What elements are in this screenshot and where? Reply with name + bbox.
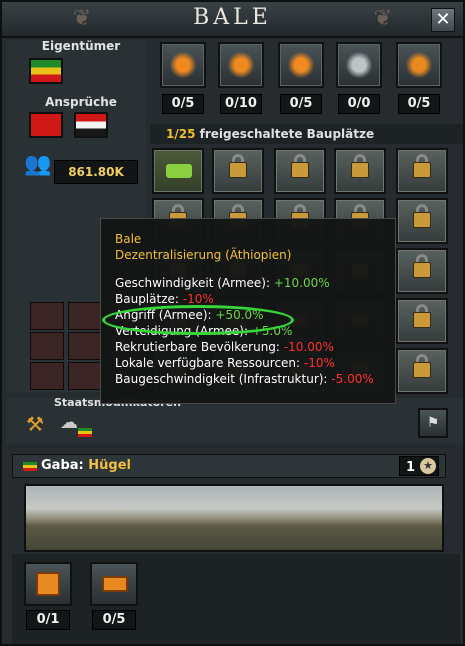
locked-slot[interactable] <box>396 348 448 394</box>
terrain-image <box>24 484 444 552</box>
radar-icon <box>346 51 372 79</box>
province-name: Gaba <box>41 458 79 473</box>
manpower-value: 861.80K <box>54 160 138 184</box>
army-modifier-icon[interactable]: ⚒ <box>26 412 52 438</box>
building-count: 0/5 <box>280 94 322 114</box>
claim-flag-syria[interactable] <box>74 112 108 138</box>
anti-air-icon <box>288 51 314 79</box>
railway-icon <box>406 51 432 79</box>
building-slot-radar[interactable] <box>336 42 382 88</box>
modifier-value: -10% <box>303 356 335 370</box>
highlight-ellipse <box>102 305 294 335</box>
claims-label: Ansprüche <box>45 95 117 109</box>
tooltip-row: Lokale verfügbare Ressourcen: -10% <box>115 355 381 371</box>
unlocked-slot[interactable] <box>152 148 204 194</box>
building-slot-anti-air[interactable] <box>278 42 324 88</box>
province-bar: Gaba: Hügel 1 ★ <box>12 454 446 478</box>
bottom-building-1[interactable] <box>24 562 72 606</box>
resource-cell <box>30 302 64 330</box>
locked-slot[interactable] <box>212 148 264 194</box>
building-slot-road[interactable] <box>160 42 206 88</box>
resource-cell <box>68 362 102 390</box>
title-bar: ❦ BALE ❦ ✕ <box>2 2 463 38</box>
bunker-icon <box>102 576 128 592</box>
province-sep: : <box>78 458 89 473</box>
tooltip-row: Rekrutierbare Bevölkerung: -10.00% <box>115 339 381 355</box>
tooltip-row: Baugeschwindigkeit (Infrastruktur): -5.0… <box>115 371 381 387</box>
province-flag <box>23 462 37 471</box>
building-count: 0/0 <box>338 94 380 114</box>
province-terrain: Hügel <box>88 458 131 473</box>
locked-slot[interactable] <box>334 148 386 194</box>
lock-icon <box>413 262 431 278</box>
building-slots-header: 1/25 freigeschaltete Bauplätze <box>150 124 463 144</box>
resource-cell <box>30 362 64 390</box>
building-slot-airbase[interactable] <box>218 42 264 88</box>
lock-icon <box>413 162 431 178</box>
resource-cell <box>68 302 102 330</box>
lock-icon <box>413 312 431 328</box>
airbase-icon <box>228 51 254 79</box>
locked-slot[interactable] <box>396 148 448 194</box>
modifier-label: Baugeschwindigkeit (Infrastruktur): <box>115 372 332 386</box>
building-count: 0/5 <box>398 94 440 114</box>
modifier-label: Lokale verfügbare Ressourcen: <box>115 356 304 370</box>
province-buildings: 0/1 0/5 <box>12 554 460 644</box>
supply-crates-icon <box>36 572 60 596</box>
locked-slot[interactable] <box>274 148 326 194</box>
state-panel: ❦ BALE ❦ ✕ Eigentümer Ansprüche 👥 861.80… <box>0 0 465 646</box>
lock-icon <box>351 162 369 178</box>
building-count: 0/5 <box>162 94 204 114</box>
tooltip-row: Geschwindigkeit (Armee): +10.00% <box>115 275 381 291</box>
modifier-value: -10.00% <box>283 340 334 354</box>
state-modifiers-bar: Staatsmodifikatoren ⚒ ☁ ⚑ <box>6 396 463 444</box>
locked-slot[interactable] <box>396 248 448 294</box>
bottom-building-count-2: 0/5 <box>92 610 136 630</box>
modifier-value: +10.00% <box>273 276 330 290</box>
resource-cell <box>30 332 64 360</box>
victory-star-icon: ★ <box>420 458 436 474</box>
victory-points: 1 ★ <box>399 456 439 476</box>
slots-text: freigeschaltete Bauplätze <box>195 127 375 141</box>
manpower-icon: 👥 <box>24 152 52 177</box>
road-icon <box>170 51 196 79</box>
ornament-right-icon: ❦ <box>373 6 393 31</box>
building-slot-railway[interactable] <box>396 42 442 88</box>
lock-icon <box>413 362 431 378</box>
bottom-building-2[interactable] <box>90 562 138 606</box>
tooltip-title: Bale <box>115 232 142 246</box>
modifier-label: Bauplätze: <box>115 292 183 306</box>
locked-slot[interactable] <box>396 298 448 344</box>
lock-icon <box>229 162 247 178</box>
lock-icon <box>413 212 431 228</box>
mini-flag-ethiopia <box>78 428 92 437</box>
close-button[interactable]: ✕ <box>431 8 455 32</box>
modifier-label: Geschwindigkeit (Armee): <box>115 276 274 290</box>
owner-label: Eigentümer <box>41 39 121 53</box>
tooltip-subtitle: Dezentralisierung (Äthiopien) <box>115 248 292 262</box>
locked-slot[interactable] <box>396 198 448 244</box>
bottom-building-count-1: 0/1 <box>26 610 70 630</box>
lock-icon <box>291 162 309 178</box>
modifier-value: -10% <box>182 292 214 306</box>
tank-factory-icon <box>166 164 192 178</box>
slots-count: 1/25 <box>166 127 196 141</box>
claim-flag-turkey[interactable] <box>29 112 63 138</box>
construct-button[interactable]: ⚑ <box>418 408 448 438</box>
modifier-label: Rekrutierbare Bevölkerung: <box>115 340 284 354</box>
modifier-value: -5.00% <box>331 372 374 386</box>
building-count: 0/10 <box>220 94 262 114</box>
tooltip-row: Bauplätze: -10% <box>115 291 381 307</box>
resource-cell <box>68 332 102 360</box>
victory-points-value: 1 <box>406 460 416 475</box>
owner-flag-ethiopia[interactable] <box>29 58 63 84</box>
